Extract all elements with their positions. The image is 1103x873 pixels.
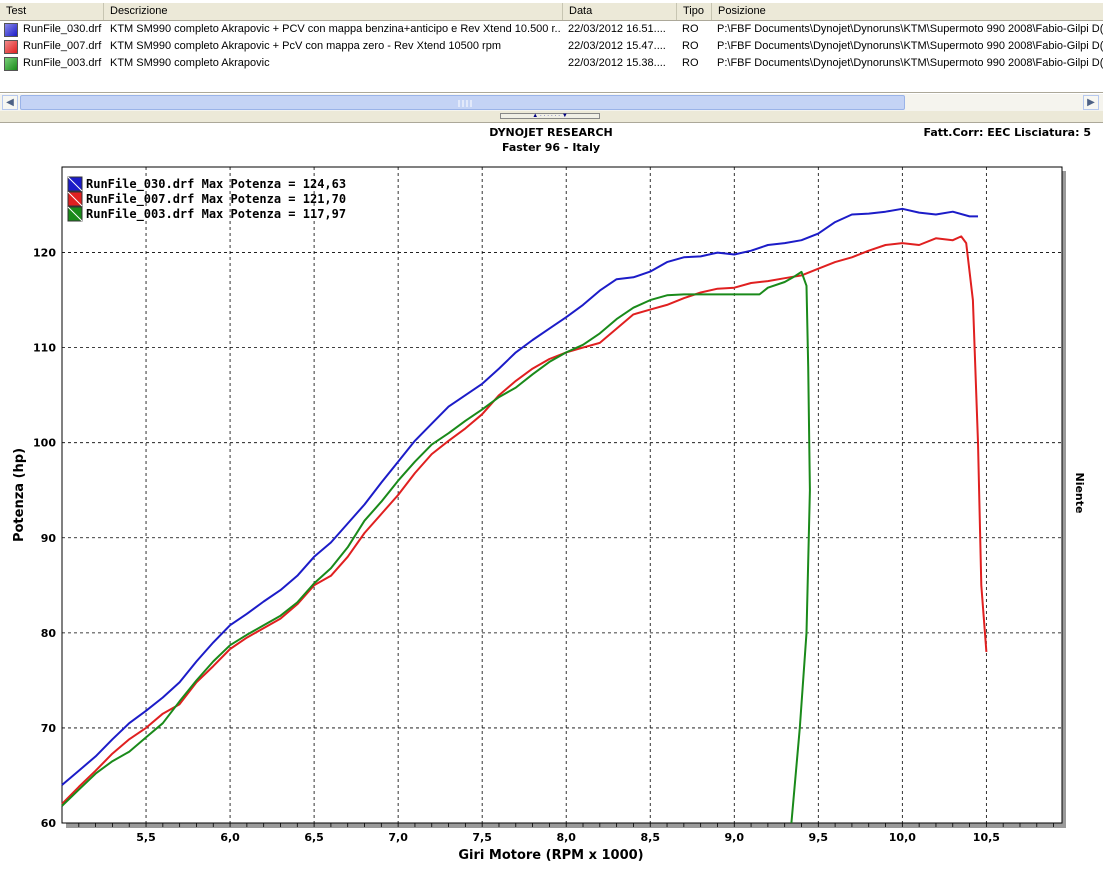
cell-descrizione: KTM SM990 completo Akrapovic + PCV con m… [110, 23, 560, 35]
x-tick-label: 8,5 [640, 831, 660, 844]
x-tick-label: 6,5 [304, 831, 324, 844]
cell-posizione: P:\FBF Documents\Dynojet\Dynoruns\KTM\Su… [717, 40, 1103, 52]
x-tick-label: 10,5 [973, 831, 1000, 844]
x-tick-label: 7,5 [472, 831, 492, 844]
x-tick-label: 9,0 [725, 831, 745, 844]
scrollbar-thumb[interactable] [20, 95, 905, 110]
legend-entry: RunFile_007.drf Max Potenza = 121,70 [86, 192, 346, 207]
chart-legend: RunFile_030.drf Max Potenza = 124,63RunF… [67, 176, 346, 222]
x-axis-title: Giri Motore (RPM x 1000) [458, 848, 643, 863]
cell-descrizione: KTM SM990 completo Akrapovic [110, 57, 270, 69]
grip-icon [458, 100, 472, 107]
y-axis-ticks: 60 70 80 90 100 110 120 [33, 247, 56, 830]
cell-tipo: RO [682, 40, 699, 52]
run-color-icon [4, 40, 18, 54]
chevron-left-icon[interactable]: ◀ [2, 95, 18, 110]
column-header-test[interactable]: Test [0, 3, 104, 20]
cell-data: 22/03/2012 15.47.... [568, 40, 666, 52]
cell-posizione: P:\FBF Documents\Dynojet\Dynoruns\KTM\Su… [717, 57, 1103, 69]
y-tick-label: 60 [41, 817, 57, 830]
x-tick-label: 9,5 [809, 831, 829, 844]
cell-tipo: RO [682, 23, 699, 35]
column-header-posizione[interactable]: Posizione [712, 3, 1103, 20]
y-tick-label: 100 [33, 437, 56, 450]
plot-area [61, 166, 1063, 824]
chevron-right-icon[interactable]: ▶ [1083, 95, 1099, 110]
cell-data: 22/03/2012 16.51.... [568, 23, 666, 35]
y-axis-title: Potenza (hp) [12, 448, 27, 542]
x-tick-label: 6,0 [220, 831, 240, 844]
y-tick-label: 110 [33, 342, 56, 355]
cell-test: RunFile_030.drf [23, 23, 102, 35]
cell-data: 22/03/2012 15.38.... [568, 57, 666, 69]
test-grid: Test Descrizione Data Tipo Posizione Run… [0, 0, 1103, 93]
x-tick-label: 8,0 [556, 831, 576, 844]
y-tick-label: 90 [41, 532, 57, 545]
grid-header: Test Descrizione Data Tipo Posizione [0, 3, 1103, 21]
column-header-descrizione[interactable]: Descrizione [104, 3, 563, 20]
horizontal-scrollbar[interactable]: ◀ ▶ [0, 93, 1103, 111]
graph-title-line2: Faster 96 - Italy [502, 141, 600, 154]
legend-entry: RunFile_030.drf Max Potenza = 124,63 [86, 177, 346, 192]
pane-splitter[interactable]: ▲ · · · · · · ▼ [0, 111, 1103, 120]
power-chart: DYNOJET RESEARCH Faster 96 - Italy Fatt.… [12, 126, 1092, 863]
run-color-icon [4, 23, 18, 37]
y-tick-label: 80 [41, 627, 57, 640]
graph-title-line1: DYNOJET RESEARCH [489, 126, 612, 139]
x-tick-label: 10,0 [889, 831, 916, 844]
table-row[interactable]: RunFile_030.drf KTM SM990 completo Akrap… [0, 21, 1103, 38]
x-tick-label: 7,0 [388, 831, 408, 844]
cell-tipo: RO [682, 57, 699, 69]
column-header-data[interactable]: Data [563, 3, 677, 20]
y-tick-label: 120 [33, 247, 56, 260]
cell-descrizione: KTM SM990 completo Akrapovic + PcV con m… [110, 40, 501, 52]
run-color-icon [4, 57, 18, 71]
x-tick-label: 5,5 [136, 831, 156, 844]
correction-label: Fatt.Corr: EEC Lisciatura: 5 [924, 126, 1092, 139]
cell-test: RunFile_007.drf [23, 40, 102, 52]
dyno-graph-panel: DYNOJET RESEARCH Faster 96 - Italy Fatt.… [0, 122, 1103, 873]
y-tick-label: 70 [41, 722, 57, 735]
legend-entry: RunFile_003.drf Max Potenza = 117,97 [86, 207, 346, 222]
splitter-handle[interactable]: ▲ · · · · · · ▼ [500, 113, 600, 119]
cell-posizione: P:\FBF Documents\Dynojet\Dynoruns\KTM\Su… [717, 23, 1103, 35]
table-row[interactable]: RunFile_007.drf KTM SM990 completo Akrap… [0, 38, 1103, 55]
column-header-tipo[interactable]: Tipo [677, 3, 712, 20]
right-axis-label: Niente [1073, 473, 1086, 514]
table-row[interactable]: RunFile_003.drf KTM SM990 completo Akrap… [0, 55, 1103, 72]
cell-test: RunFile_003.drf [23, 57, 102, 69]
